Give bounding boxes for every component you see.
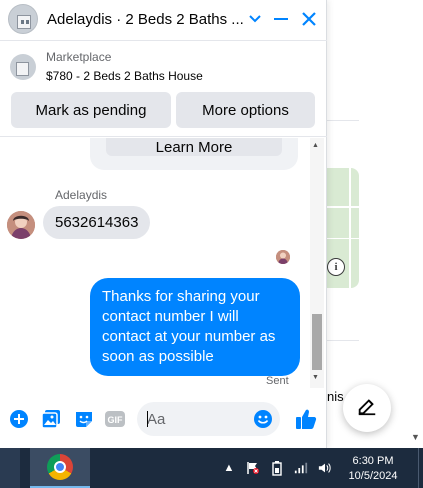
thumbs-up-icon[interactable] bbox=[293, 406, 319, 432]
scroll-down-arrow[interactable]: ▼ bbox=[312, 374, 319, 381]
network-signal-icon[interactable] bbox=[294, 460, 308, 476]
taskbar-app-button[interactable] bbox=[0, 448, 20, 488]
message-card: Learn More bbox=[90, 138, 298, 170]
chat-window: Adelaydis · 2 Beds 2 Baths ... Marketpla… bbox=[0, 0, 327, 448]
mark-as-pending-button[interactable]: Mark as pending bbox=[11, 92, 171, 128]
message-composer: GIF bbox=[0, 398, 327, 442]
compose-icon bbox=[356, 395, 378, 422]
learn-more-button[interactable]: Learn More bbox=[106, 138, 282, 156]
more-options-button[interactable]: More options bbox=[176, 92, 315, 128]
plus-circle-icon[interactable] bbox=[8, 408, 30, 430]
close-icon[interactable] bbox=[298, 8, 320, 30]
header-divider bbox=[0, 40, 327, 41]
system-tray: ▲ bbox=[222, 460, 332, 476]
listing-title: $780 - 2 Beds 2 Baths House bbox=[46, 69, 203, 83]
chat-title[interactable]: Adelaydis · 2 Beds 2 Baths ... bbox=[47, 11, 247, 28]
info-icon[interactable]: i bbox=[327, 258, 345, 276]
screen: i nis ▼ Adelaydis · 2 Beds 2 Baths ... M… bbox=[0, 0, 423, 488]
taskbar-chrome-button[interactable] bbox=[30, 448, 90, 488]
battery-icon[interactable] bbox=[270, 460, 284, 476]
clock-date: 10/5/2024 bbox=[348, 470, 398, 482]
messages-divider bbox=[0, 136, 327, 137]
new-message-button[interactable] bbox=[343, 384, 391, 432]
listing-thumbnail bbox=[10, 54, 36, 80]
volume-icon[interactable] bbox=[318, 460, 332, 476]
divider bbox=[327, 120, 359, 121]
house-window bbox=[21, 20, 24, 24]
flag-icon[interactable] bbox=[246, 460, 260, 476]
map-road bbox=[327, 238, 359, 239]
page-scroll-down-arrow[interactable]: ▼ bbox=[411, 432, 420, 442]
background-partial-text: nis bbox=[327, 389, 344, 404]
svg-text:GIF: GIF bbox=[108, 415, 124, 425]
photo-icon[interactable] bbox=[40, 408, 62, 430]
minimize-icon[interactable] bbox=[270, 8, 292, 30]
gif-icon[interactable]: GIF bbox=[104, 408, 126, 430]
text-caret bbox=[147, 411, 148, 427]
house-image bbox=[16, 62, 29, 76]
house-window bbox=[26, 20, 29, 24]
divider bbox=[327, 340, 359, 341]
sender-name: Adelaydis bbox=[55, 188, 108, 202]
scroll-up-arrow[interactable]: ▲ bbox=[312, 142, 319, 149]
sticker-icon[interactable] bbox=[73, 408, 95, 430]
sender-avatar[interactable] bbox=[7, 211, 35, 239]
learn-more-label: Learn More bbox=[155, 139, 233, 156]
show-desktop-button[interactable] bbox=[418, 448, 423, 488]
map-road bbox=[327, 206, 359, 208]
clock-time: 6:30 PM bbox=[352, 455, 394, 467]
show-hidden-icons-icon[interactable]: ▲ bbox=[222, 460, 236, 476]
listing-text: Marketplace $780 - 2 Beds 2 Baths House bbox=[46, 50, 203, 84]
listing-category: Marketplace bbox=[46, 50, 112, 64]
taskbar: ▲ 6:30 PM 10/5/2024 bbox=[0, 448, 423, 488]
chevron-down-icon[interactable] bbox=[244, 8, 266, 30]
background-page: i nis ▼ bbox=[327, 0, 423, 448]
map-road bbox=[349, 168, 351, 288]
incoming-message-bubble[interactable]: 5632614363 bbox=[43, 206, 151, 239]
message-status: Sent bbox=[266, 375, 289, 387]
taskbar-clock[interactable]: 6:30 PM 10/5/2024 bbox=[340, 454, 406, 484]
chat-scrollbar[interactable]: ▲ ▼ bbox=[310, 138, 324, 388]
listing-avatar bbox=[8, 4, 38, 34]
chrome-icon bbox=[47, 454, 73, 480]
read-receipt-avatar bbox=[276, 250, 290, 264]
listing-summary[interactable]: Marketplace $780 - 2 Beds 2 Baths House bbox=[10, 50, 203, 84]
scrollbar-thumb[interactable] bbox=[312, 314, 322, 370]
emoji-icon[interactable] bbox=[252, 408, 274, 430]
outgoing-message-bubble[interactable]: Thanks for sharing your contact number I… bbox=[90, 278, 300, 376]
